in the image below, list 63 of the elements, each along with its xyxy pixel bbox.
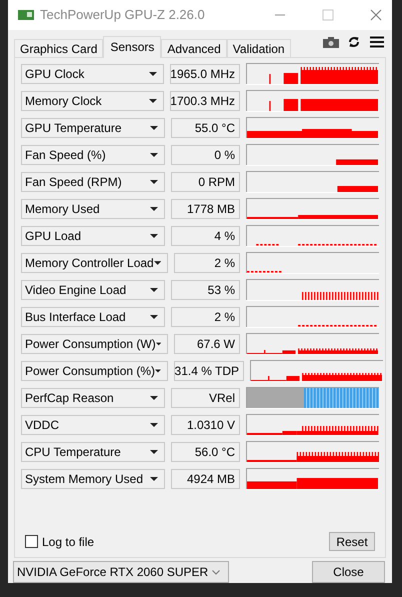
dropdown-arrow-icon <box>150 180 158 184</box>
window-title: TechPowerUp GPU-Z 2.26.0 <box>40 6 205 24</box>
sensor-value: 2 % <box>171 306 240 327</box>
dropdown-arrow-icon <box>150 206 158 211</box>
dropdown-arrow-icon <box>150 396 158 400</box>
sensor-dropdown[interactable]: PerfCap Reason <box>21 388 166 408</box>
sensor-dropdown[interactable]: GPU Load <box>21 226 166 246</box>
menu-icon[interactable] <box>370 36 384 48</box>
sensor-dropdown[interactable]: VDDC <box>21 414 166 435</box>
tab[interactable]: Advanced <box>161 38 227 58</box>
sensor-dropdown[interactable]: CPU Temperature <box>21 442 166 462</box>
sensor-value: 0 % <box>171 144 240 165</box>
dropdown-arrow-icon <box>150 152 158 157</box>
tab[interactable]: Validation <box>226 38 291 58</box>
dropdown-arrow-icon <box>149 98 157 103</box>
sensor-value: 31.4 % TDP <box>174 360 244 381</box>
sensor-dropdown[interactable]: Power Consumption (%) <box>21 360 168 381</box>
sensor-dropdown[interactable]: GPU Clock <box>21 64 164 84</box>
dropdown-arrow-icon <box>154 260 161 265</box>
dropdown-arrow-icon <box>150 288 158 292</box>
sensor-value: 4924 MB <box>171 468 240 489</box>
sensor-dropdown[interactable]: Fan Speed (RPM) <box>21 172 166 192</box>
close-icon[interactable] <box>370 8 382 21</box>
camera-icon[interactable] <box>323 36 339 48</box>
close-button[interactable]: Close <box>312 561 385 583</box>
dropdown-arrow-icon <box>150 450 158 454</box>
sensor-dropdown[interactable]: Bus Interface Load <box>21 306 166 327</box>
sensor-value: 53 % <box>171 280 240 300</box>
tab[interactable]: Graphics Card <box>14 38 104 58</box>
dropdown-arrow-icon <box>156 342 161 346</box>
sensor-value: 1965.0 MHz <box>170 64 240 84</box>
sensor-value: 1.0310 V <box>171 414 240 435</box>
sensor-dropdown[interactable]: System Memory Used <box>21 468 166 489</box>
sensor-value: 67.6 W <box>174 334 240 354</box>
sensor-value: 2 % <box>174 252 240 273</box>
sensor-value: 1700.3 MHz <box>170 90 240 111</box>
sensor-dropdown[interactable]: Memory Clock <box>21 90 164 111</box>
sensor-value: 4 % <box>171 226 240 246</box>
sensor-dropdown[interactable]: Fan Speed (%) <box>21 144 166 165</box>
dropdown-arrow-icon <box>150 422 158 427</box>
chevron-icon <box>212 570 220 574</box>
refresh-icon[interactable] <box>348 36 360 48</box>
reset-button[interactable]: Reset <box>329 532 375 551</box>
tab[interactable]: Sensors <box>103 36 162 58</box>
sensor-value: 1778 MB <box>171 198 240 219</box>
sensor-value: 55.0 °C <box>171 118 240 138</box>
dropdown-arrow-icon <box>149 72 157 76</box>
gpu-select[interactable]: NVIDIA GeForce RTX 2060 SUPER <box>13 561 229 583</box>
app-icon <box>18 8 34 21</box>
sensor-value: VRel <box>171 388 240 408</box>
sensor-dropdown[interactable]: Power Consumption (W) <box>21 334 168 354</box>
sensor-value: 0 RPM <box>171 172 240 192</box>
dropdown-arrow-icon <box>155 368 161 373</box>
sensor-dropdown[interactable]: Memory Controller Load <box>21 252 168 273</box>
dropdown-arrow-icon <box>150 126 158 130</box>
sensor-dropdown[interactable]: GPU Temperature <box>21 118 166 138</box>
dropdown-arrow-icon <box>150 476 158 481</box>
log-to-file-checkbox[interactable]: Log to file <box>25 532 94 550</box>
sensor-dropdown[interactable]: Video Engine Load <box>21 280 166 300</box>
sensor-value: 56.0 °C <box>171 442 240 462</box>
sensor-dropdown[interactable]: Memory Used <box>21 198 166 219</box>
dropdown-arrow-icon <box>150 234 158 238</box>
dropdown-arrow-icon <box>150 314 158 319</box>
